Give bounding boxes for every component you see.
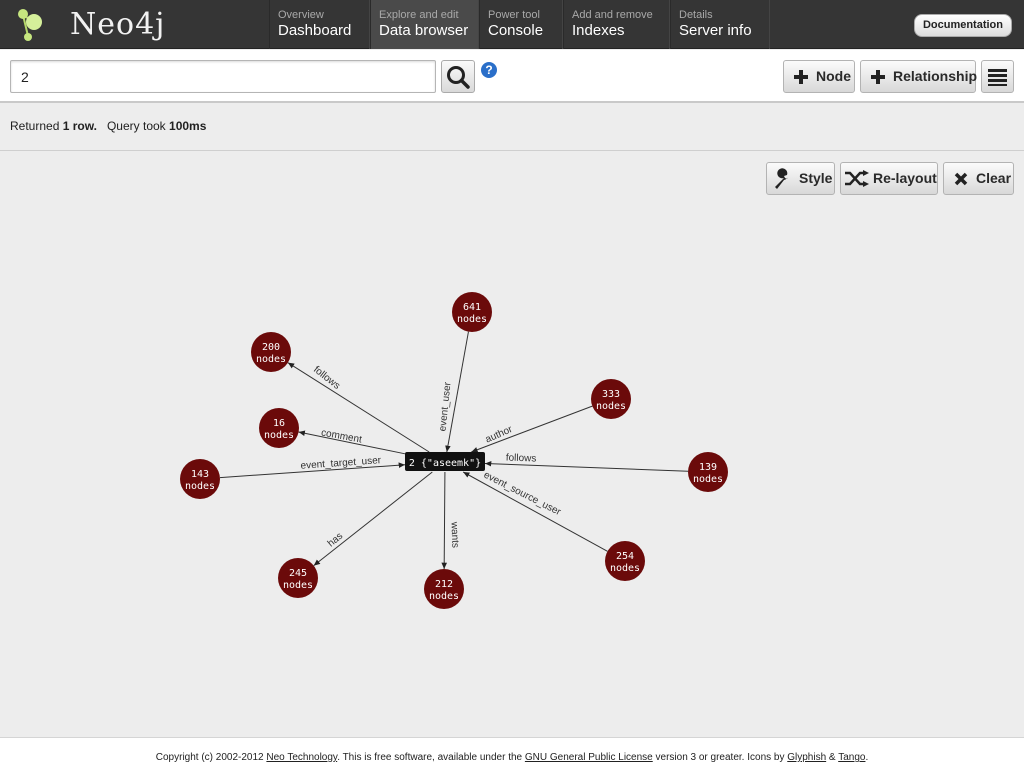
node-group-count: 641 — [463, 302, 481, 313]
neo4j-logo-icon — [18, 9, 42, 41]
tab-dashboard-subtitle: Overview — [278, 9, 324, 21]
node-group-unit: nodes — [457, 314, 487, 325]
tab-data-browser-subtitle: Explore and edit — [379, 9, 459, 21]
style-button[interactable]: Style — [766, 162, 835, 195]
query-input[interactable] — [10, 60, 436, 93]
query-time: 100ms — [169, 119, 207, 133]
tab-dashboard[interactable]: Overview Dashboard — [269, 0, 370, 49]
relationship-label: event_user — [437, 381, 453, 432]
center-node[interactable]: 2 {"aseemk"} — [405, 452, 485, 471]
node-group[interactable]: 254nodes — [605, 541, 645, 581]
node-group-unit: nodes — [264, 430, 294, 441]
relationship-label: has — [326, 531, 345, 550]
relationship-edge[interactable] — [462, 471, 608, 552]
clear-label: Clear — [976, 170, 1012, 186]
divider — [0, 150, 1024, 151]
node-group-count: 16 — [273, 418, 285, 429]
tab-dashboard-label: Dashboard — [278, 22, 352, 39]
node-group[interactable]: 139nodes — [688, 452, 728, 492]
query-result-summary: Returned 1 row. Query took 100ms — [10, 119, 206, 133]
node-group-unit: nodes — [283, 580, 313, 591]
footer-text: . — [865, 752, 869, 763]
node-group-count: 143 — [191, 469, 209, 480]
node-group[interactable]: 143nodes — [180, 459, 220, 499]
tab-indexes-label: Indexes — [572, 22, 625, 39]
glyphish-link[interactable]: Glyphish — [787, 752, 826, 763]
tab-indexes[interactable]: Add and remove Indexes — [563, 0, 670, 49]
gpl-link[interactable]: GNU General Public License — [525, 752, 653, 763]
node-group-count: 200 — [262, 342, 280, 353]
close-icon — [954, 172, 968, 186]
footer-text: . This is free software, available under… — [337, 752, 525, 763]
node-group-unit: nodes — [610, 563, 640, 574]
style-label: Style — [799, 170, 833, 186]
tab-data-browser-label: Data browser — [379, 22, 469, 39]
node-group-unit: nodes — [256, 354, 286, 365]
neo-technology-link[interactable]: Neo Technology — [266, 752, 337, 763]
node-group-unit: nodes — [429, 591, 459, 602]
relationship-edge[interactable] — [441, 471, 448, 570]
relationship-edge[interactable] — [484, 460, 689, 472]
node-group[interactable]: 641nodes — [452, 292, 492, 332]
clear-button[interactable]: Clear — [943, 162, 1014, 195]
relationship-edge[interactable] — [471, 405, 593, 453]
node-group[interactable]: 16nodes — [259, 408, 299, 448]
row-count: 1 row. — [62, 119, 97, 133]
relationship-label: author — [484, 424, 515, 446]
relationship-label: comment — [320, 428, 363, 446]
footer: Copyright (c) 2002-2012 Neo Technology. … — [0, 737, 1024, 768]
node-group[interactable]: 245nodes — [278, 558, 318, 598]
shuffle-icon — [845, 170, 869, 187]
add-node-label: Node — [816, 68, 851, 84]
logo-text: Neo4j — [70, 7, 166, 42]
node-group-count: 254 — [616, 551, 634, 562]
relayout-label: Re-layout — [873, 170, 937, 186]
tab-indexes-subtitle: Add and remove — [572, 9, 653, 21]
center-node-label: 2 {"aseemk"} — [409, 458, 481, 469]
tab-console-subtitle: Power tool — [488, 9, 540, 21]
relationship-label: follows — [506, 452, 537, 464]
node-group-count: 139 — [699, 462, 717, 473]
node-group-unit: nodes — [693, 474, 723, 485]
graph-visualization[interactable]: event_userfollowsauthorcommentevent_targ… — [0, 152, 1024, 737]
relationship-label: event_source_user — [482, 470, 563, 519]
add-node-button[interactable]: Node — [783, 60, 855, 93]
add-relationship-button[interactable]: Relationship — [860, 60, 978, 93]
add-relationship-label: Relationship — [893, 68, 978, 84]
footer-text: version 3 or greater. Icons by — [652, 752, 788, 763]
help-icon[interactable]: ? — [481, 62, 497, 78]
top-navigation-bar: Neo4j Overview Dashboard Explore and edi… — [0, 0, 1024, 49]
node-group[interactable]: 333nodes — [591, 379, 631, 419]
wrench-icon — [775, 168, 788, 189]
tab-server-info-label: Server info — [679, 22, 752, 39]
node-group-unit: nodes — [596, 401, 626, 412]
neo4j-logo[interactable]: Neo4j — [14, 4, 164, 44]
query-time-prefix: Query took — [106, 119, 166, 133]
hamburger-menu-icon — [988, 69, 1007, 86]
relayout-button[interactable]: Re-layout — [840, 162, 938, 195]
tab-data-browser[interactable]: Explore and edit Data browser — [370, 0, 479, 49]
node-group-count: 245 — [289, 568, 307, 579]
search-icon — [447, 66, 470, 89]
tab-server-info-subtitle: Details — [679, 9, 713, 21]
node-group-count: 212 — [435, 579, 453, 590]
documentation-button[interactable]: Documentation — [913, 14, 1012, 37]
tab-console-label: Console — [488, 22, 544, 39]
tab-server-info[interactable]: Details Server info — [670, 0, 770, 49]
footer-text: Copyright (c) 2002-2012 — [155, 752, 267, 763]
search-button[interactable] — [441, 60, 475, 93]
tango-link[interactable]: Tango — [838, 752, 865, 763]
tab-console[interactable]: Power tool Console — [479, 0, 563, 49]
plus-icon — [871, 70, 885, 84]
node-group[interactable]: 200nodes — [251, 332, 291, 372]
plus-icon — [794, 70, 808, 84]
footer-text: & — [826, 752, 839, 763]
returned-prefix: Returned — [10, 119, 60, 133]
node-group[interactable]: 212nodes — [424, 569, 464, 609]
node-group-count: 333 — [602, 389, 620, 400]
menu-button[interactable] — [981, 60, 1014, 93]
relationship-label: wants — [449, 521, 461, 548]
relationship-edge[interactable] — [313, 471, 433, 567]
node-group-unit: nodes — [185, 481, 215, 492]
